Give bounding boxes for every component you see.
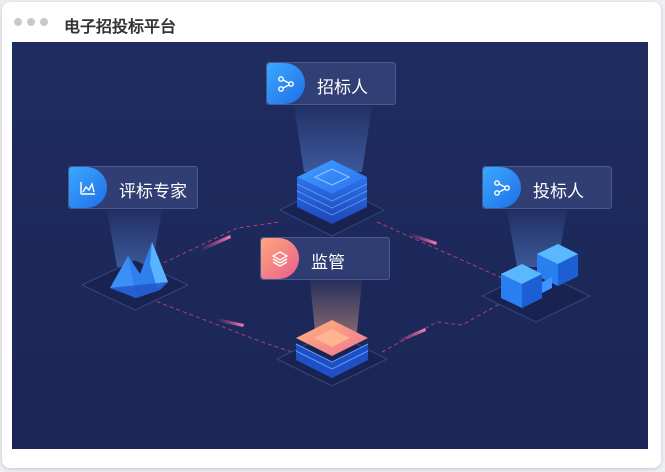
node-expert-label: 评标专家 <box>119 182 187 202</box>
node-supervision[interactable]: 监管 <box>260 237 390 280</box>
window-dot-2 <box>27 18 35 26</box>
diagram-canvas: 招标人 评标专家 投标人 监管 <box>12 42 648 449</box>
node-bid-inviter[interactable]: 招标人 <box>266 62 396 105</box>
window-title: 电子招投标平台 <box>64 17 177 36</box>
node-bidder[interactable]: 投标人 <box>482 166 612 209</box>
node-bidder-label: 投标人 <box>533 182 584 202</box>
share-nodes-icon <box>483 167 521 208</box>
share-nodes-icon <box>267 63 305 104</box>
layers-icon <box>261 238 299 279</box>
window-dot-3 <box>40 18 48 26</box>
node-expert[interactable]: 评标专家 <box>68 166 198 209</box>
chart-mountain-icon <box>69 167 107 208</box>
node-bid-inviter-label: 招标人 <box>317 78 368 98</box>
window-titlebar: 电子招投标平台 <box>2 2 661 40</box>
window-dot-1 <box>14 18 22 26</box>
window: 电子招投标平台 招标人 评标专家 投标人 监管 <box>2 2 661 468</box>
node-supervision-label: 监管 <box>311 253 345 273</box>
